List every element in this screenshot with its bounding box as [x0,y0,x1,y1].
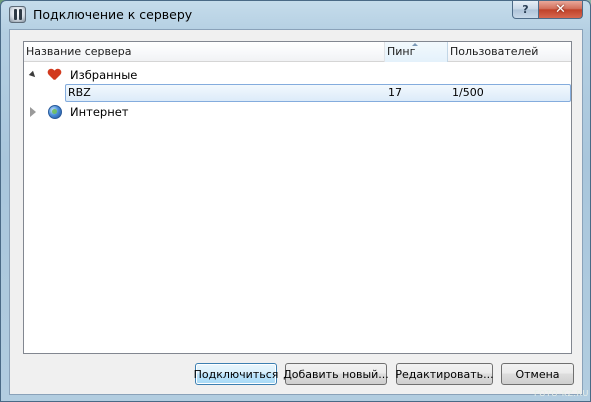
watermark-text: FOTO-KZ.RU [534,389,589,398]
expanded-arrow-icon[interactable] [28,70,38,80]
add-new-button[interactable]: Добавить новый... [283,363,389,385]
tree-group-favorites[interactable]: Избранные [24,66,571,84]
collapsed-arrow-icon[interactable] [30,107,36,117]
column-header-server-name[interactable]: Название сервера [24,42,385,62]
dialog-content: Название сервера Пинг Пользователей Избр… [9,29,583,395]
group-label-internet: Интернет [70,105,129,119]
group-label-favorites: Избранные [70,68,138,82]
server-ping-cell: 17 [388,86,402,99]
server-name-cell: RBZ [68,86,91,99]
sort-ascending-icon [412,43,418,46]
title-bar[interactable]: Подключение к серверу ? ✕ [1,1,590,29]
cancel-button[interactable]: Отмена [501,363,574,385]
dialog-window: Подключение к серверу ? ✕ Название серве… [0,0,591,402]
globe-icon [48,105,62,119]
column-header-row: Название сервера Пинг Пользователей [24,42,571,62]
row-selection-highlight [65,84,571,102]
server-users-cell: 1/500 [452,86,484,99]
edit-button[interactable]: Редактировать... [395,363,494,385]
server-row[interactable]: RBZ 17 1/500 [24,84,571,102]
connect-button[interactable]: Подключиться [194,363,278,385]
window-title: Подключение к серверу [33,7,193,22]
heart-icon [48,69,61,81]
app-icon [9,6,26,23]
tree-group-internet[interactable]: Интернет [24,103,571,121]
server-tree-view[interactable]: Название сервера Пинг Пользователей Избр… [23,41,572,354]
column-header-users[interactable]: Пользователей [448,42,571,62]
close-button[interactable]: ✕ [538,1,583,19]
help-button[interactable]: ? [512,1,539,19]
